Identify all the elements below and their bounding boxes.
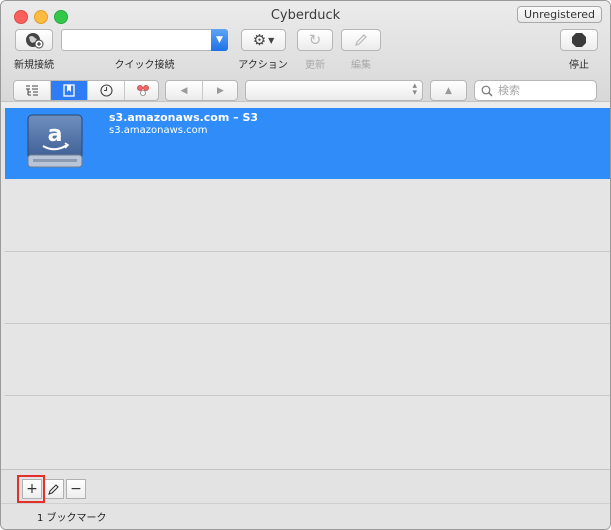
- bonjour-icon: [136, 85, 149, 96]
- view-segmented-control: [13, 80, 159, 101]
- updown-chevron-icon: ▴ ▾: [412, 81, 417, 98]
- unregistered-badge[interactable]: Unregistered: [517, 6, 602, 23]
- history-view-tab[interactable]: [87, 81, 124, 100]
- action-label: アクション: [238, 60, 288, 71]
- chevron-down-icon: ▼: [268, 35, 275, 45]
- app-window: Cyberduck Unregistered 新規接続 ▼ クイック接続 ⚙ ▼ …: [0, 0, 611, 530]
- bookmark-row[interactable]: a s3.amazonaws.com – S3 s3.amazonaws.com: [5, 108, 610, 179]
- row-divider: [5, 323, 610, 324]
- globe-plus-icon: [26, 33, 44, 49]
- chevron-down-icon[interactable]: ▼: [211, 29, 228, 51]
- up-arrow-icon: ▲: [445, 85, 452, 96]
- path-popup[interactable]: ▴ ▾: [245, 80, 423, 101]
- action-button[interactable]: ⚙ ▼: [241, 29, 286, 51]
- svg-text:a: a: [48, 122, 63, 147]
- bookmarks-view-tab[interactable]: [50, 81, 87, 100]
- bookmark-title: s3.amazonaws.com – S3: [109, 111, 259, 124]
- amazon-s3-drive-icon: a: [27, 114, 83, 168]
- row-divider: [5, 251, 610, 252]
- browser-view-tab[interactable]: [14, 81, 50, 100]
- remove-bookmark-button[interactable]: −: [66, 479, 86, 499]
- bonjour-view-tab[interactable]: [124, 81, 160, 100]
- history-icon: [99, 84, 113, 97]
- new-connection-label: 新規接続: [14, 60, 54, 71]
- refresh-icon: ↻: [308, 31, 322, 49]
- toolbar: Cyberduck Unregistered 新規接続 ▼ クイック接続 ⚙ ▼ …: [1, 1, 610, 102]
- bookmark-hostname: s3.amazonaws.com: [109, 125, 208, 136]
- status-text: 1 ブックマーク: [37, 513, 107, 524]
- stop-icon: [572, 33, 586, 47]
- search-placeholder: 検索: [498, 84, 520, 97]
- pencil-icon: [355, 34, 367, 46]
- bottom-bar: + − 1 ブックマーク: [1, 469, 610, 529]
- row-divider: [5, 395, 610, 396]
- history-navigation: ◀ ▶: [165, 80, 238, 101]
- pencil-icon: [48, 484, 59, 495]
- forward-button[interactable]: ▶: [202, 81, 238, 100]
- gear-icon: ⚙: [252, 31, 267, 49]
- divider: [1, 503, 610, 504]
- back-button[interactable]: ◀: [166, 81, 202, 100]
- edit-button[interactable]: [341, 29, 381, 51]
- refresh-button[interactable]: ↻: [297, 29, 333, 51]
- edit-label: 編集: [351, 60, 371, 71]
- stop-button[interactable]: [560, 29, 598, 51]
- bookmark-list: a s3.amazonaws.com – S3 s3.amazonaws.com: [1, 108, 610, 469]
- search-icon: [481, 85, 493, 97]
- edit-bookmark-button[interactable]: [44, 479, 64, 499]
- stop-label: 停止: [569, 60, 589, 71]
- outline-list-icon: [26, 85, 38, 95]
- refresh-label: 更新: [305, 60, 325, 71]
- bookmark-icon: [63, 84, 75, 97]
- quick-connect-combobox[interactable]: ▼: [61, 29, 228, 51]
- quick-connect-label: クイック接続: [114, 60, 175, 71]
- search-field[interactable]: 検索: [474, 80, 597, 101]
- new-connection-button[interactable]: [15, 29, 53, 51]
- highlight-box: [17, 475, 45, 503]
- parent-directory-button[interactable]: ▲: [430, 80, 467, 101]
